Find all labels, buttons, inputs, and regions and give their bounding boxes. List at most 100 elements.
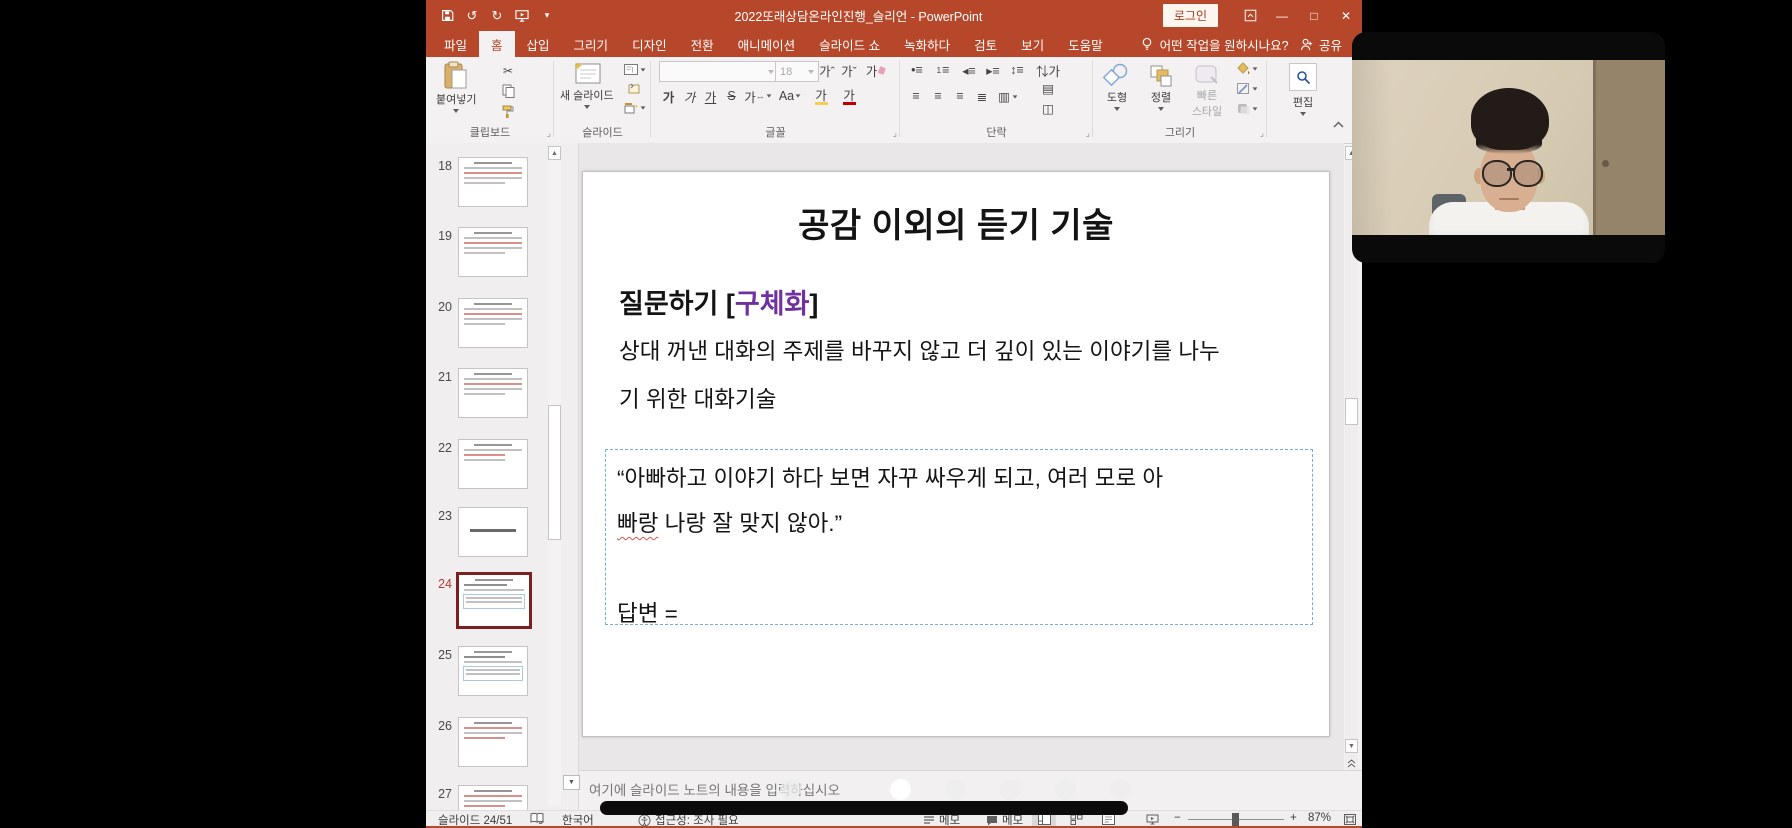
zoom-slider[interactable] [1188,819,1284,820]
justify-icon[interactable]: ≣ [972,89,992,104]
clipboard-dialog-launcher[interactable]: ⌟ [547,128,551,139]
tab-record[interactable]: 녹화하다 [892,31,962,57]
shape-effects-icon[interactable] [1233,102,1261,115]
customize-qat-icon[interactable]: ▾ [540,9,554,23]
new-slide-icon [572,61,602,87]
glasses-right-lens [1513,160,1543,187]
tell-me-box[interactable]: 어떤 작업을 원하시나요? [1141,31,1289,57]
italic-icon[interactable]: 가 [680,87,699,105]
change-case-icon[interactable]: Aa [777,87,803,105]
thumbnail-preview [458,646,528,696]
bullet-list-icon[interactable]: •≡ [906,63,928,77]
thumbnail-number: 26 [428,719,452,733]
font-name-select[interactable] [659,61,779,82]
thumbnail-collapse-button[interactable]: ▼ [563,775,580,790]
find-icon [1289,63,1317,91]
tab-home[interactable]: 홈 [479,31,515,57]
tab-transitions[interactable]: 전환 [679,31,726,57]
text-direction-icon[interactable]: ⇅가 [1036,61,1060,80]
align-center-icon[interactable]: ≡ [928,89,948,103]
redo-icon[interactable]: ↻ [490,9,504,23]
clear-formatting-icon[interactable]: 가 [865,62,887,79]
columns-icon[interactable]: ▥ [996,89,1020,104]
collapse-ribbon-button[interactable] [1328,121,1348,128]
zoom-level[interactable]: 87% [1308,812,1331,824]
increase-indent-icon[interactable]: ▸≡ [982,63,1004,78]
strikethrough-icon[interactable]: S [722,87,741,105]
numbered-list-icon[interactable]: 1≡ [932,63,954,77]
start-presentation-icon[interactable] [515,9,529,23]
quote-text-box[interactable]: “아빠하고 이야기 하다 보면 자꾸 싸우게 되고, 여러 모로 아 빠랑 나랑… [605,449,1313,625]
shape-fill-icon[interactable] [1233,62,1261,75]
tab-insert[interactable]: 삽입 [515,31,562,57]
shape-outline-icon[interactable] [1233,82,1261,95]
tab-review[interactable]: 검토 [962,31,1009,57]
login-button[interactable]: 로그인 [1163,4,1218,27]
shapes-button[interactable]: 도형 [1097,63,1137,111]
presenter-hair-fringe [1476,132,1542,154]
tab-file[interactable]: 파일 [432,31,479,57]
thumbnail-number: 21 [428,370,452,384]
quick-styles-button[interactable]: 빠른 스타일 [1185,63,1229,119]
spell-check-icon[interactable] [530,812,544,824]
wall-shadow [1352,60,1392,235]
previous-slide-button[interactable] [1345,756,1358,770]
webcam-video [1352,60,1665,235]
fit-slide-to-window-button[interactable] [1338,812,1362,826]
editor-scroll-down-icon[interactable]: ▼ [1345,739,1358,753]
undo-icon[interactable]: ↺ [465,9,479,23]
decrease-indent-icon[interactable]: ◂≡ [958,63,980,78]
cut-icon[interactable]: ✂ [498,63,518,79]
bold-icon[interactable]: 가 [659,87,678,105]
tab-view[interactable]: 보기 [1009,31,1056,57]
paragraph-dialog-launcher[interactable]: ⌟ [1086,128,1090,139]
new-slide-button[interactable]: 새 슬라이드 [560,61,614,109]
copy-icon[interactable] [498,83,518,99]
font-dialog-launcher[interactable]: ⌟ [893,128,897,139]
section-icon[interactable] [624,100,646,115]
video-scrubber-bar[interactable] [600,801,1128,815]
maximize-button[interactable]: □ [1298,0,1330,31]
align-text-icon[interactable]: ▤ [1036,81,1060,96]
thumbnail-scrollbar[interactable]: ▲ [548,146,561,806]
close-button[interactable]: ✕ [1330,0,1362,31]
quick-access-toolbar: ↺ ↻ ▾ [426,9,554,23]
editing-button[interactable]: 편집 [1281,63,1325,116]
slide-canvas[interactable]: 공감 이외의 듣기 기술 질문하기 [구체화] 상대 꺼낸 대화의 주제를 바꾸… [582,171,1330,737]
align-right-icon[interactable]: ≡ [950,89,970,103]
slideshow-view-button[interactable] [1140,812,1164,826]
font-size-select[interactable]: 18 [775,61,819,82]
thumbnail-scroll-up-icon[interactable]: ▲ [548,146,561,160]
layout-icon[interactable] [624,62,646,77]
tab-help[interactable]: 도움말 [1056,31,1115,57]
reset-slide-icon[interactable] [624,81,646,96]
align-left-icon[interactable]: ≡ [906,89,926,103]
tab-design[interactable]: 디자인 [620,31,679,57]
save-icon[interactable] [440,9,454,23]
underline-icon[interactable]: 가 [701,87,720,105]
character-spacing-icon[interactable]: 가↔ [743,87,773,105]
minimize-button[interactable]: — [1266,0,1298,31]
line-spacing-icon[interactable]: ↕≡ [1006,63,1028,77]
tab-draw[interactable]: 그리기 [562,31,621,57]
thumbnail-number: 22 [428,441,452,455]
ribbon-display-options-icon[interactable] [1234,0,1266,31]
paste-button[interactable]: 붙여넣기 [436,61,476,113]
tab-animations[interactable]: 애니메이션 [726,31,808,57]
zoom-out-button[interactable]: − [1174,812,1181,824]
text-highlight-icon[interactable]: 가 [809,85,833,105]
presenter-mouth [1499,198,1519,200]
zoom-slider-knob[interactable] [1232,813,1239,826]
font-color-icon[interactable]: 가 [837,85,861,105]
clipboard-icon [443,61,469,91]
zoom-in-button[interactable]: + [1290,812,1297,824]
tab-slideshow[interactable]: 슬라이드 쇼 [807,31,892,57]
slide-subtitle: 질문하기 [구체화] [619,282,818,321]
drawing-dialog-launcher[interactable]: ⌟ [1260,128,1264,139]
arrange-button[interactable]: 정렬 [1141,63,1181,111]
ribbon-tab-bar: 파일홈삽입그리기디자인전환애니메이션슬라이드 쇼녹화하다검토보기도움말 어떤 작… [426,31,1362,57]
convert-smartart-icon[interactable]: ◫ [1036,101,1060,116]
format-painter-icon[interactable] [498,103,518,119]
decrease-font-size-icon[interactable]: 가ˇ [839,62,859,79]
increase-font-size-icon[interactable]: 가ˆ [817,62,837,79]
